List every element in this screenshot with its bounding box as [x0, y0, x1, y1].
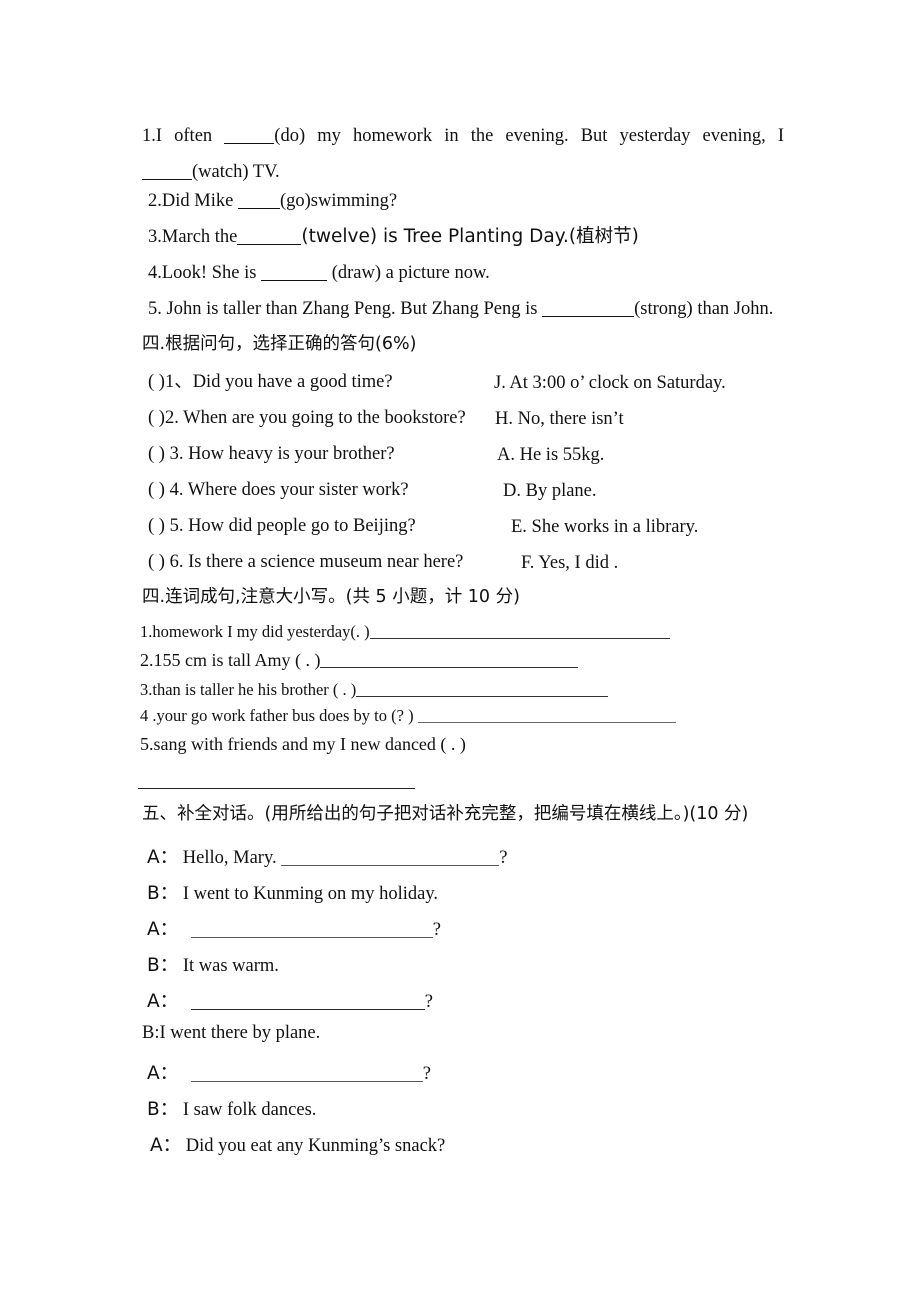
matching-question-3[interactable]: ( ) 3. How heavy is your brother? [148, 445, 395, 464]
dialogue-section-heading: 五、补全对话。(用所给出的句子把对话补充完整，把编号填在横线上。)(10 分) [142, 804, 749, 824]
matching-answer-d[interactable]: D. By plane. [503, 481, 597, 502]
dialogue-line-8-text: I saw folk dances. [182, 1100, 317, 1120]
dialogue-line-5-speaker: A： [147, 991, 179, 1012]
fill-blank-item-4: 4.Look! She is (draw) a picture now. [148, 264, 490, 283]
matching-answer-e[interactable]: E. She works in a library. [511, 517, 698, 538]
fill-blank-item-4-pre: 4.Look! She is [148, 263, 257, 283]
matching-answer-f[interactable]: F. Yes, I did . [521, 553, 618, 574]
dialogue-line-4-speaker: B： [147, 955, 179, 976]
dialogue-blank-4[interactable] [190, 1068, 423, 1082]
matching-question-6[interactable]: ( ) 6. Is there a science museum near he… [148, 553, 463, 572]
word-order-item-4: 4 .your go work father bus does by to (?… [140, 706, 676, 726]
word-order-item-4-text: 4 .your go work father bus does by to (?… [140, 706, 414, 725]
word-order-blank-3[interactable] [356, 684, 609, 697]
dialogue-line-1: A： Hello, Mary. ? [147, 843, 507, 869]
fill-blank-5[interactable] [542, 303, 635, 317]
fill-blank-item-4-post: (draw) a picture now. [331, 263, 490, 283]
dialogue-line-9: A： Did you eat any Kunming’s snack? [150, 1131, 445, 1157]
word-order-section-heading: 四.连词成句,注意大小写。(共 5 小题，计 10 分) [142, 587, 520, 607]
fill-blank-1a[interactable] [224, 130, 275, 144]
dialogue-line-2-text: I went to Kunming on my holiday. [182, 884, 439, 904]
dialogue-line-4-text: It was warm. [182, 956, 279, 976]
word-order-blank-4[interactable] [417, 710, 676, 723]
dialogue-line-5: A： ? [147, 987, 433, 1013]
matching-answer-h[interactable]: H. No, there isn’t [495, 409, 624, 430]
dialogue-line-7-speaker: A： [147, 1063, 179, 1084]
word-order-item-5: 5.sang with friends and my I new danced … [140, 734, 466, 755]
fill-blank-item-3: 3.March the (twelve) is Tree Planting Day… [148, 226, 639, 247]
word-order-item-5-text: 5.sang with friends and my I new danced … [140, 734, 466, 754]
dialogue-line-8: B： I saw folk dances. [147, 1095, 316, 1121]
dialogue-line-6-text: I went there by plane. [159, 1023, 321, 1043]
word-order-item-3-text: 3.than is taller he his brother ( . ) [140, 680, 357, 699]
fill-blank-3[interactable] [237, 231, 302, 245]
worksheet-page: 1.I often (do) my homework in the evenin… [0, 0, 920, 1302]
fill-blank-4[interactable] [261, 267, 328, 281]
fill-blank-item-2-post: (go)swimming? [279, 191, 398, 211]
word-order-item-1: 1.homework I my did yesterday(. ) [140, 622, 670, 642]
dialogue-line-8-speaker: B： [147, 1099, 179, 1120]
dialogue-line-7-trailing: ? [422, 1064, 431, 1084]
dialogue-blank-2[interactable] [190, 924, 433, 938]
dialogue-line-6-speaker: B: [142, 1023, 160, 1043]
fill-blank-item-3-pre: 3.March the [148, 227, 238, 247]
dialogue-line-2-speaker: B： [147, 883, 179, 904]
fill-blank-item-5: 5. John is taller than Zhang Peng. But Z… [148, 300, 773, 319]
fill-blank-item-5-pre: 5. John is taller than Zhang Peng. But Z… [148, 299, 538, 319]
word-order-blank-5[interactable] [138, 788, 415, 789]
dialogue-line-9-speaker: A： [150, 1135, 182, 1156]
fill-blank-item-5-post: (strong) than John. [634, 299, 774, 319]
dialogue-blank-3[interactable] [190, 996, 425, 1010]
dialogue-line-7: A： ? [147, 1059, 431, 1085]
dialogue-line-6: B:I went there by plane. [142, 1023, 320, 1044]
dialogue-line-4: B： It was warm. [147, 951, 279, 977]
dialogue-line-2: B： I went to Kunming on my holiday. [147, 879, 438, 905]
dialogue-blank-1[interactable] [281, 852, 500, 866]
fill-blank-item-2-pre: 2.Did Mike [148, 191, 234, 211]
fill-blank-1b[interactable] [142, 166, 192, 180]
fill-blank-item-1-line1-post: (do) my homework in the evening. But yes… [274, 126, 784, 146]
dialogue-line-3: A： ? [147, 915, 441, 941]
dialogue-line-9-text: Did you eat any Kunming’s snack? [185, 1136, 446, 1156]
matching-question-5[interactable]: ( ) 5. How did people go to Beijing? [148, 517, 416, 536]
matching-answer-j[interactable]: J. At 3:00 o’ clock on Saturday. [494, 373, 726, 394]
matching-question-4[interactable]: ( ) 4. Where does your sister work? [148, 481, 409, 500]
word-order-blank-2[interactable] [320, 655, 579, 668]
fill-blank-item-1-line2-post: (watch) TV. [192, 162, 280, 182]
fill-blank-2[interactable] [237, 195, 280, 209]
dialogue-line-1-text: Hello, Mary. [182, 848, 277, 868]
word-order-item-1-text: 1.homework I my did yesterday(. ) [140, 622, 370, 641]
matching-question-2[interactable]: ( )2. When are you going to the bookstor… [148, 409, 466, 428]
fill-blank-item-1-line1-pre: 1.I often [142, 126, 213, 146]
fill-blank-item-2: 2.Did Mike (go)swimming? [148, 192, 397, 211]
dialogue-line-3-trailing: ? [432, 920, 441, 940]
dialogue-line-5-trailing: ? [424, 992, 433, 1012]
word-order-item-2: 2.155 cm is tall Amy ( . ) [140, 650, 579, 671]
matching-answer-a[interactable]: A. He is 55kg. [497, 445, 604, 466]
fill-blank-item-3-post: (twelve) is Tree Planting Day.(植树节) [301, 226, 639, 247]
word-order-item-3: 3.than is taller he his brother ( . ) [140, 680, 609, 700]
dialogue-line-3-speaker: A： [147, 919, 179, 940]
word-order-item-2-text: 2.155 cm is tall Amy ( . ) [140, 650, 321, 670]
dialogue-line-1-trailing: ? [499, 848, 508, 868]
matching-question-1[interactable]: ( )1、Did you have a good time? [148, 373, 393, 392]
fill-blank-item-1: 1.I often (do) my homework in the evenin… [142, 118, 784, 190]
matching-section-heading: 四.根据问句，选择正确的答句(6%) [142, 334, 417, 354]
dialogue-line-1-speaker: A： [147, 847, 179, 868]
word-order-blank-1[interactable] [369, 626, 670, 639]
